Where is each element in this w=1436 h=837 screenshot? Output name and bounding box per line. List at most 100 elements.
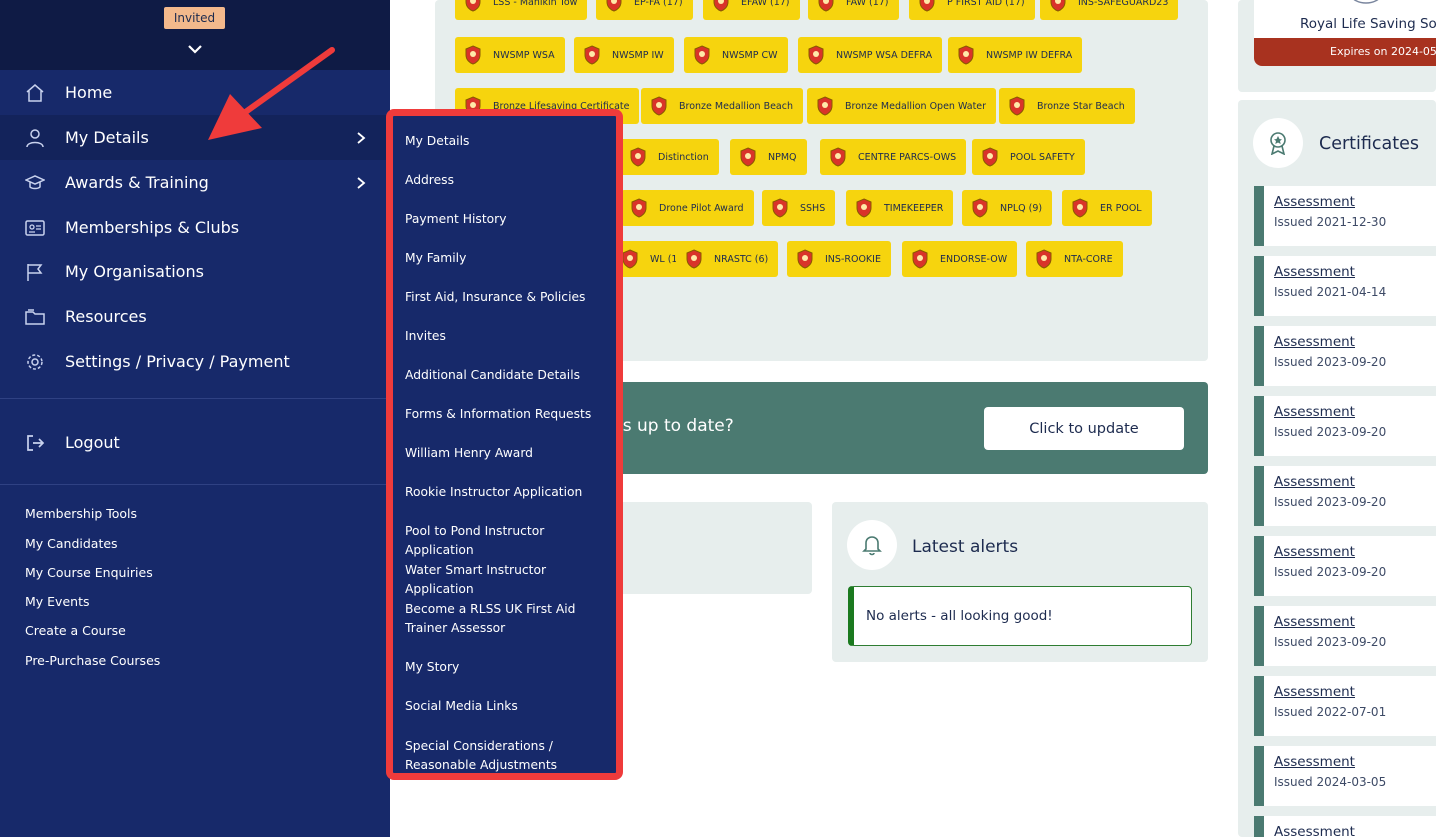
rlss-crest-icon xyxy=(465,45,481,65)
certificate-date: Issued 2023-09-20 xyxy=(1274,425,1387,439)
award-badge[interactable]: Bronze Medallion Open Water xyxy=(807,88,997,124)
award-badge-label: NWSMP IW DEFRA xyxy=(986,49,1073,61)
submenu-item-my-story[interactable]: My Story xyxy=(405,658,610,677)
award-badge[interactable]: NWSMP WSA DEFRA xyxy=(798,37,943,73)
divider xyxy=(0,398,390,399)
award-badge[interactable]: Distinction xyxy=(620,139,719,175)
certificate-link[interactable]: Assessment xyxy=(1274,614,1355,630)
certificate-link[interactable]: Assessment xyxy=(1274,824,1355,837)
submenu-item-william-henry-award[interactable]: William Henry Award xyxy=(405,444,610,463)
certificate-card[interactable]: Assessment Issued 2022-07-01 xyxy=(1254,676,1436,736)
certificate-link[interactable]: Assessment xyxy=(1274,544,1355,560)
logout-button[interactable]: Logout xyxy=(0,420,390,465)
submenu-item-additional-candidate-details[interactable]: Additional Candidate Details xyxy=(405,366,610,385)
award-badge[interactable]: FAW (17) xyxy=(808,0,899,20)
award-badge[interactable]: INS-SAFEGUARD23 xyxy=(1040,0,1179,20)
certificate-link[interactable]: Assessment xyxy=(1274,334,1355,350)
award-badge[interactable]: EFAW (17) xyxy=(703,0,800,20)
certificate-link[interactable]: Assessment xyxy=(1274,754,1355,770)
certificate-link[interactable]: Assessment xyxy=(1274,404,1355,420)
submenu-item-payment-history[interactable]: Payment History xyxy=(405,210,610,229)
link-membership-tools[interactable]: Membership Tools xyxy=(25,506,137,521)
award-badge[interactable]: Bronze Medallion Beach xyxy=(641,88,803,124)
rlss-crest-icon xyxy=(606,0,622,12)
rlss-crest-icon xyxy=(694,45,710,65)
link-my-events[interactable]: My Events xyxy=(25,594,89,609)
submenu-item-first-aid-insurance[interactable]: First Aid, Insurance & Policies xyxy=(405,288,610,307)
award-badge[interactable]: NWSMP IW xyxy=(574,37,674,73)
certificate-card[interactable]: Assessment xyxy=(1254,816,1436,837)
certificate-date: Issued 2023-09-20 xyxy=(1274,565,1387,579)
rlss-crest-icon xyxy=(818,0,834,12)
award-badge-label: EFAW (17) xyxy=(741,0,790,8)
certificate-card[interactable]: Assessment Issued 2024-03-05 xyxy=(1254,746,1436,806)
award-badge-label: Distinction xyxy=(658,151,709,163)
submenu-item-water-smart[interactable]: Water Smart Instructor Application xyxy=(405,561,610,599)
link-my-candidates[interactable]: My Candidates xyxy=(25,536,118,551)
submenu-item-my-family[interactable]: My Family xyxy=(405,249,610,268)
link-create-a-course[interactable]: Create a Course xyxy=(25,623,126,638)
certificate-link[interactable]: Assessment xyxy=(1274,194,1355,210)
submenu-item-forms-requests[interactable]: Forms & Information Requests xyxy=(405,405,610,424)
certificate-card[interactable]: Assessment Issued 2023-09-20 xyxy=(1254,536,1436,596)
rlss-crest-icon xyxy=(772,198,788,218)
certificate-date: Issued 2021-04-14 xyxy=(1274,285,1387,299)
submenu-item-special-considerations[interactable]: Special Considerations / Reasonable Adju… xyxy=(405,737,610,775)
award-badge[interactable]: POOL SAFETY xyxy=(972,139,1085,175)
sidebar-item-label: Memberships & Clubs xyxy=(65,218,240,237)
society-crest-icon xyxy=(1353,0,1379,4)
submenu-item-rookie-instructor[interactable]: Rookie Instructor Application xyxy=(405,483,610,502)
certificate-card[interactable]: Assessment Issued 2023-09-20 xyxy=(1254,606,1436,666)
award-badge[interactable]: NTA-CORE xyxy=(1026,241,1123,277)
award-badge[interactable]: SSHS xyxy=(762,190,836,226)
award-badge[interactable]: NWSMP WSA xyxy=(455,37,565,73)
certificate-card[interactable]: Assessment Issued 2023-09-20 xyxy=(1254,326,1436,386)
certificate-card[interactable]: Assessment Issued 2023-09-20 xyxy=(1254,466,1436,526)
submenu-item-social-media-links[interactable]: Social Media Links xyxy=(405,697,610,716)
award-badge-label: NWSMP WSA DEFRA xyxy=(836,49,933,61)
link-my-course-enquiries[interactable]: My Course Enquiries xyxy=(25,565,153,580)
certificate-link[interactable]: Assessment xyxy=(1274,264,1355,280)
award-badge[interactable]: NPMQ xyxy=(730,139,807,175)
id-card-icon xyxy=(25,219,45,236)
award-badge[interactable]: Bronze Star Beach xyxy=(999,88,1135,124)
rlss-crest-icon xyxy=(651,96,667,116)
certificate-link[interactable]: Assessment xyxy=(1274,684,1355,700)
award-badge[interactable]: EP-FA (17) xyxy=(596,0,693,20)
submenu-item-invites[interactable]: Invites xyxy=(405,327,610,346)
sidebar-item-memberships-clubs[interactable]: Memberships & Clubs xyxy=(0,205,390,250)
sidebar-item-awards-training[interactable]: Awards & Training xyxy=(0,160,390,205)
submenu-item-first-aid-trainer[interactable]: Become a RLSS UK First Aid Trainer Asses… xyxy=(405,600,610,638)
award-badge-label: ER POOL xyxy=(1100,202,1142,214)
submenu-item-address[interactable]: Address xyxy=(405,171,610,190)
award-badge[interactable]: NPLQ (9) xyxy=(962,190,1053,226)
sidebar-item-my-organisations[interactable]: My Organisations xyxy=(0,249,390,294)
award-badge[interactable]: LSS - Manikin Tow xyxy=(455,0,588,20)
award-badge[interactable]: NRASTC (6) xyxy=(676,241,779,277)
award-badge[interactable]: INS-ROOKIE xyxy=(787,241,891,277)
click-to-update-button[interactable]: Click to update xyxy=(984,407,1184,450)
award-badge[interactable]: ENDORSE-OW xyxy=(902,241,1018,277)
award-badge[interactable]: NWSMP IW DEFRA xyxy=(948,37,1083,73)
award-badge-label: NRASTC (6) xyxy=(714,253,769,265)
award-badge[interactable]: P FIRST AID (17) xyxy=(909,0,1035,20)
certificate-card[interactable]: Assessment Issued 2021-04-14 xyxy=(1254,256,1436,316)
submenu-item-my-details[interactable]: My Details xyxy=(405,132,610,151)
sidebar-item-resources[interactable]: Resources xyxy=(0,294,390,339)
award-badge[interactable]: Drone Pilot Award xyxy=(621,190,754,226)
award-badge[interactable]: CENTRE PARCS-OWS xyxy=(820,139,967,175)
certificate-card[interactable]: Assessment Issued 2023-09-20 xyxy=(1254,396,1436,456)
status-badge: Invited xyxy=(164,7,225,29)
submenu-item-pool-to-pond[interactable]: Pool to Pond Instructor Application xyxy=(405,522,610,560)
award-badge[interactable]: NWSMP CW xyxy=(684,37,788,73)
user-icon xyxy=(26,128,44,147)
membership-card[interactable]: Royal Life Saving Soci Expires on 2024-0… xyxy=(1254,0,1436,66)
link-pre-purchase-courses[interactable]: Pre-Purchase Courses xyxy=(25,653,160,668)
certificate-link[interactable]: Assessment xyxy=(1274,474,1355,490)
alert-message: No alerts - all looking good! xyxy=(848,586,1192,646)
award-badge[interactable]: ER POOL xyxy=(1062,190,1152,226)
update-banner-text: ls up to date? xyxy=(618,416,734,436)
award-badge[interactable]: TIMEKEEPER xyxy=(846,190,954,226)
certificate-card[interactable]: Assessment Issued 2021-12-30 xyxy=(1254,186,1436,246)
sidebar-item-settings[interactable]: Settings / Privacy / Payment xyxy=(0,339,390,384)
